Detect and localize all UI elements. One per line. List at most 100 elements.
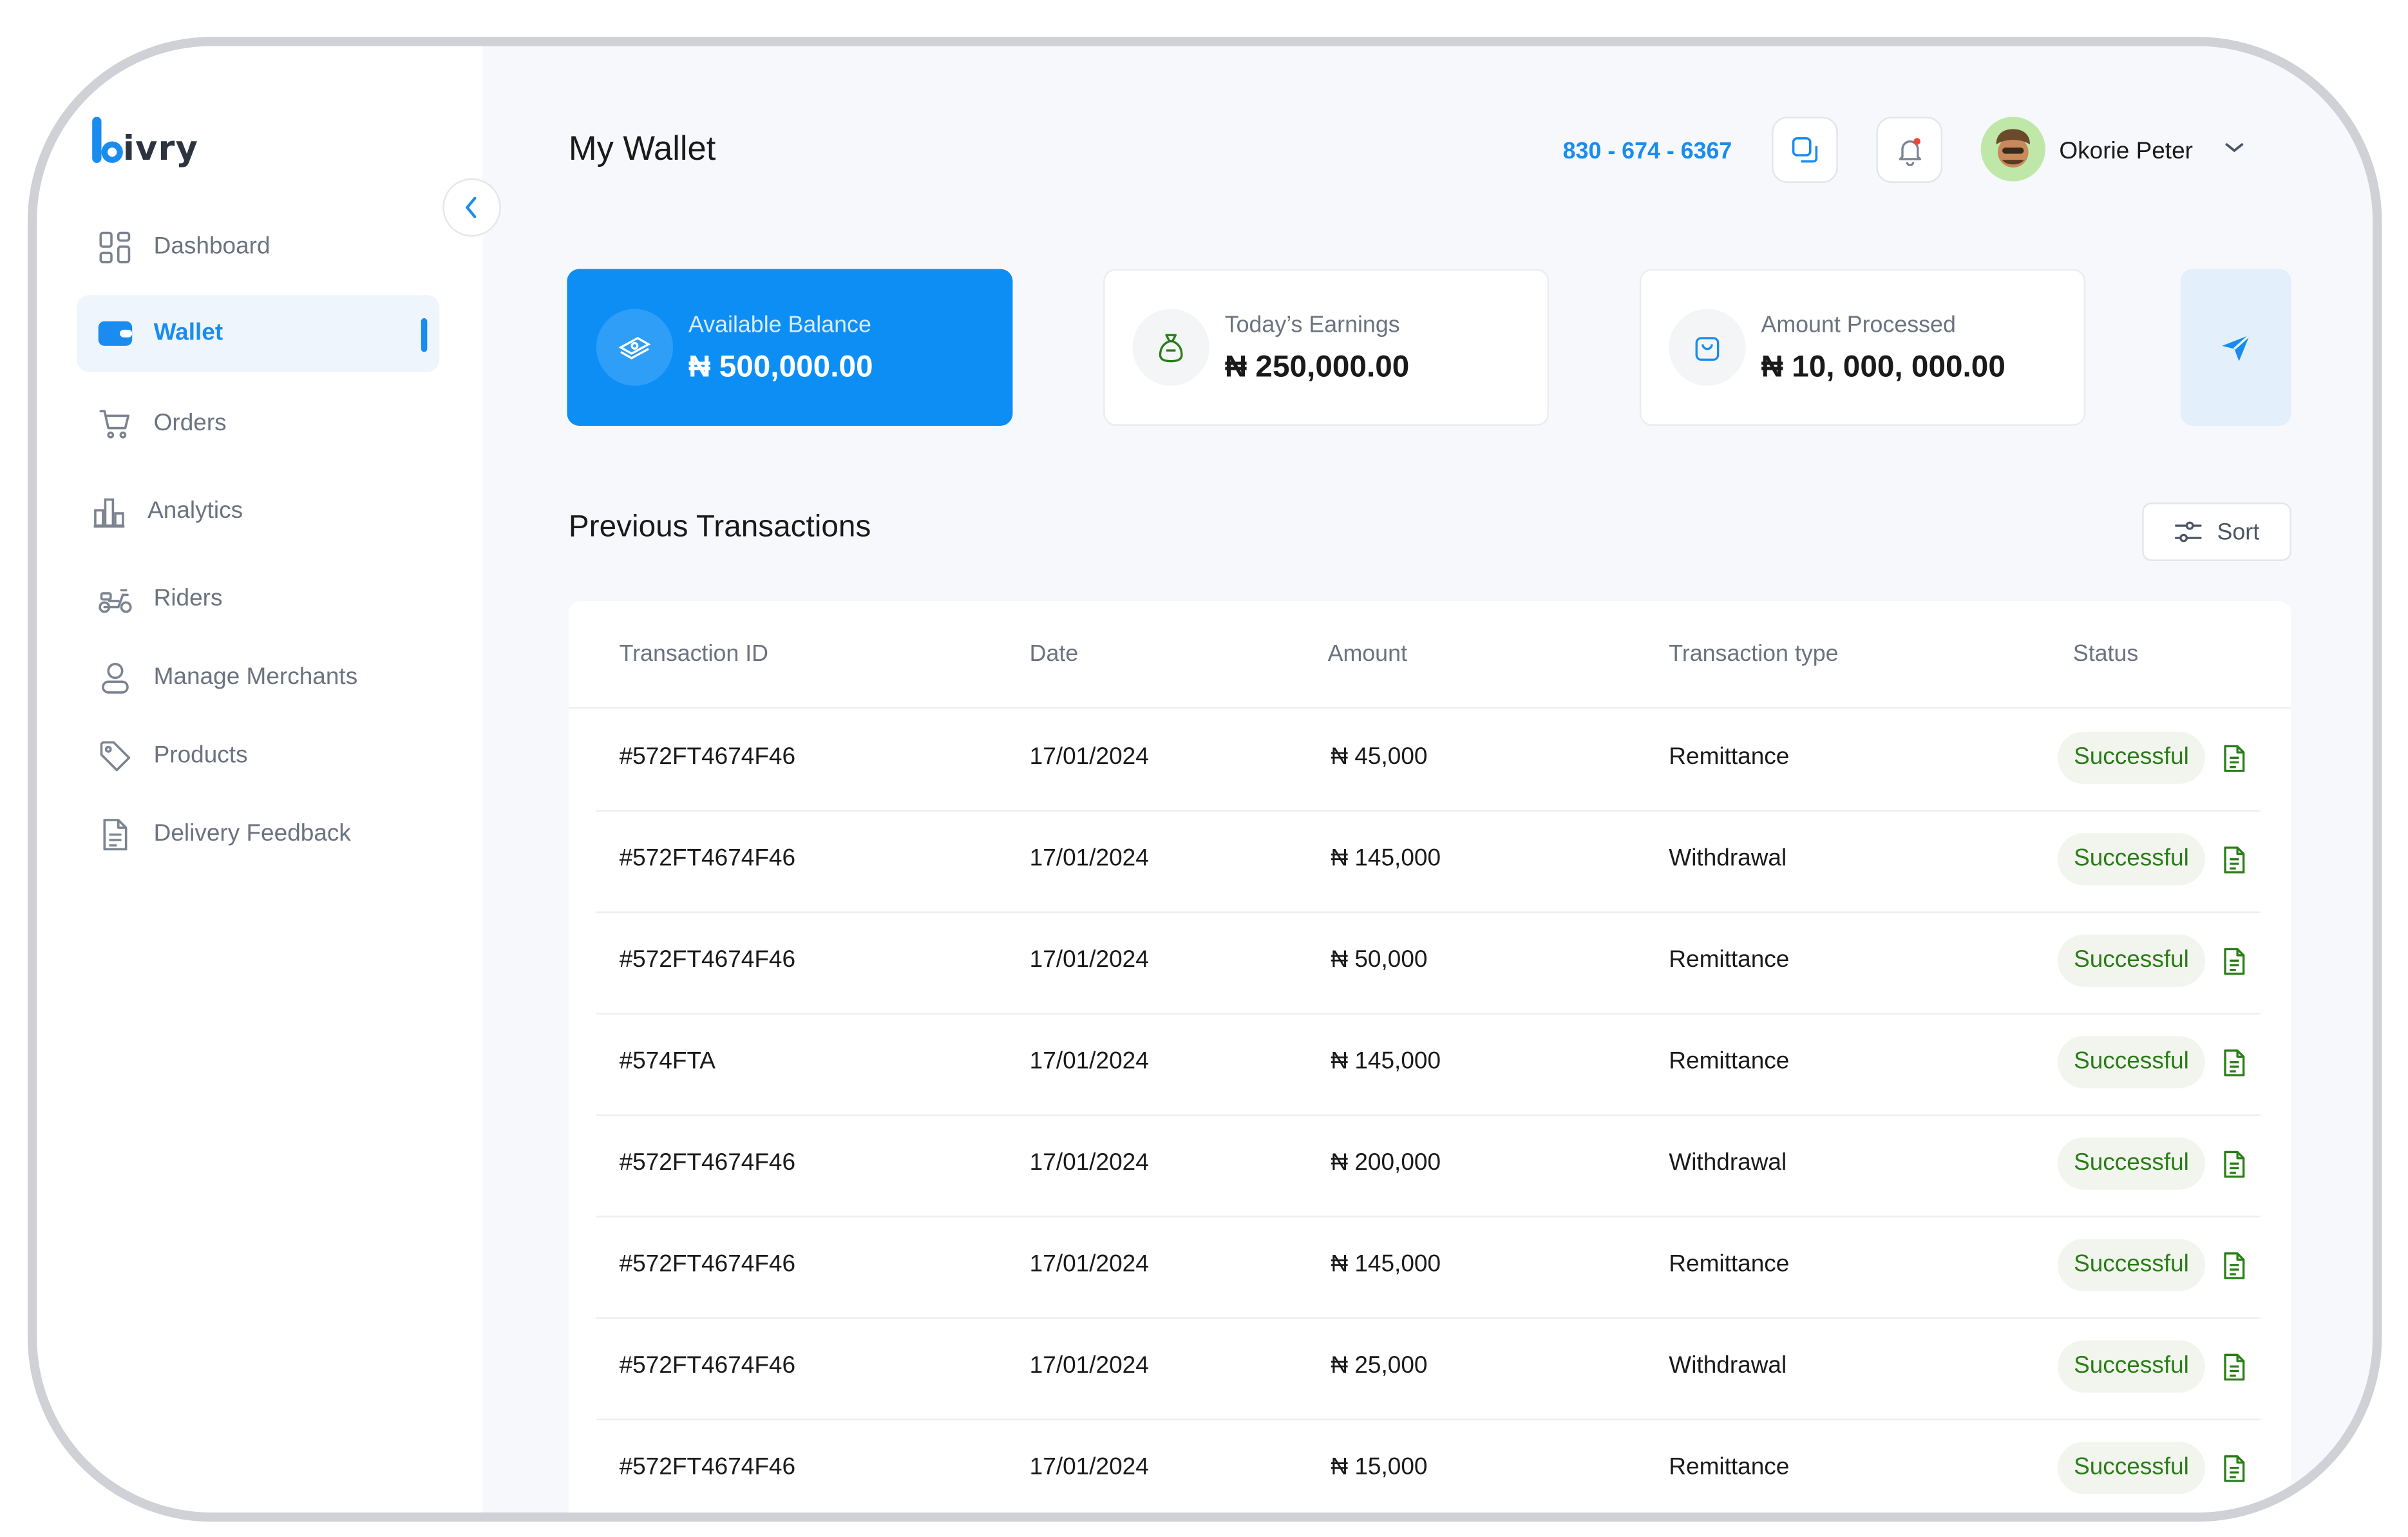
transaction-date: 17/01/2024 xyxy=(1029,1454,1149,1480)
available-balance-card[interactable]: Available Balance ₦ 500,000.00 xyxy=(567,269,1013,426)
status-badge: Successful xyxy=(2057,1239,2206,1292)
transaction-amount: ₦ 15,000 xyxy=(1331,1454,1428,1480)
table-row[interactable]: #572FT4674F46 17/01/2024 ₦ 25,000 Withdr… xyxy=(596,1317,2261,1420)
logo[interactable]: ivry xyxy=(86,114,198,169)
sidebar-item-wallet[interactable]: Wallet xyxy=(77,295,440,372)
money-bag-icon xyxy=(1132,309,1209,386)
column-header[interactable]: Date xyxy=(1030,641,1079,667)
status-badge: Successful xyxy=(2057,1340,2206,1393)
chevron-left-icon xyxy=(466,196,477,218)
collapse-sidebar-button[interactable] xyxy=(442,178,501,237)
sliders-icon xyxy=(2174,521,2201,542)
transaction-type: Remittance xyxy=(1669,946,1790,973)
card-value: ₦ 500,000.00 xyxy=(688,350,873,385)
column-header[interactable]: Status xyxy=(2073,641,2138,667)
sidebar-item-dashboard[interactable]: Dashboard xyxy=(77,209,439,286)
transaction-type: Remittance xyxy=(1669,743,1790,770)
send-money-button[interactable] xyxy=(2180,269,2291,426)
transaction-id: #572FT4674F46 xyxy=(619,845,796,872)
receipt-icon[interactable] xyxy=(2222,1251,2246,1280)
table-row[interactable]: #572FT4674F46 17/01/2024 ₦ 145,000 Remit… xyxy=(596,1216,2261,1319)
avatar-face-icon xyxy=(1996,129,2031,168)
status-badge: Successful xyxy=(2057,1442,2206,1494)
column-header[interactable]: Transaction type xyxy=(1669,641,1838,667)
avatar[interactable] xyxy=(1980,117,2045,182)
sidebar-item-riders[interactable]: Riders xyxy=(77,561,439,638)
receipt-icon[interactable] xyxy=(2222,1048,2246,1077)
column-header[interactable]: Transaction ID xyxy=(620,641,768,667)
notifications-button[interactable] xyxy=(1876,117,1943,183)
active-indicator xyxy=(421,318,428,352)
column-header[interactable]: Amount xyxy=(1328,641,1407,667)
receipt-icon[interactable] xyxy=(2222,947,2246,976)
transaction-amount: ₦ 145,000 xyxy=(1331,845,1441,872)
bell-icon xyxy=(1898,137,1920,166)
grid-icon xyxy=(95,227,135,267)
receipt-icon[interactable] xyxy=(2222,1454,2246,1483)
receipt-icon[interactable] xyxy=(2222,1150,2246,1179)
transaction-id: #572FT4674F46 xyxy=(619,1454,796,1480)
receipt-icon[interactable] xyxy=(2222,744,2246,773)
table-row[interactable]: #572FT4674F46 17/01/2024 ₦ 15,000 Remitt… xyxy=(596,1418,2261,1513)
sort-button[interactable]: Sort xyxy=(2142,502,2291,561)
transaction-date: 17/01/2024 xyxy=(1029,743,1149,770)
transaction-id: #572FT4674F46 xyxy=(619,1149,796,1176)
todays-earnings-card[interactable]: Today’s Earnings ₦ 250,000.00 xyxy=(1103,269,1550,426)
transaction-amount: ₦ 45,000 xyxy=(1331,743,1428,770)
sidebar-item-label: Wallet xyxy=(153,320,223,346)
user-name[interactable]: Okorie Peter xyxy=(2059,138,2193,166)
receipt-icon[interactable] xyxy=(2222,845,2246,874)
sidebar-item-orders[interactable]: Orders xyxy=(77,386,439,463)
card-label: Amount Processed xyxy=(1761,312,1956,338)
table-row[interactable]: #574FTA 17/01/2024 ₦ 145,000 Remittance … xyxy=(596,1013,2261,1116)
sidebar-item-label: Manage Merchants xyxy=(153,663,358,691)
table-row[interactable]: #572FT4674F46 17/01/2024 ₦ 145,000 Withd… xyxy=(596,810,2261,913)
logo-text: ivry xyxy=(122,130,198,169)
transaction-amount: ₦ 145,000 xyxy=(1331,1048,1441,1074)
logo-mark-icon xyxy=(92,117,123,163)
account-number: 830 - 674 - 6367 xyxy=(1562,138,1732,165)
sidebar-item-label: Dashboard xyxy=(153,233,270,260)
sidebar-item-manage-merchants[interactable]: Manage Merchants xyxy=(77,640,439,716)
sidebar: ivry Dashboard Wallet Orders Analytics R… xyxy=(37,46,483,1513)
user-icon xyxy=(95,658,135,698)
main-content: My Wallet 830 - 674 - 6367 Okorie Peter … xyxy=(482,46,2373,1513)
transaction-date: 17/01/2024 xyxy=(1029,845,1149,872)
transaction-type: Withdrawal xyxy=(1669,1352,1787,1379)
status-badge: Successful xyxy=(2057,833,2206,886)
wallet-icon xyxy=(95,314,135,354)
amount-processed-card[interactable]: Amount Processed ₦ 10, 000, 000.00 xyxy=(1639,269,2085,426)
transaction-id: #572FT4674F46 xyxy=(619,1352,796,1379)
transaction-id: #572FT4674F46 xyxy=(619,743,796,770)
transaction-date: 17/01/2024 xyxy=(1029,1048,1149,1074)
transaction-date: 17/01/2024 xyxy=(1029,946,1149,973)
transaction-type: Withdrawal xyxy=(1669,845,1787,872)
table-row[interactable]: #572FT4674F46 17/01/2024 ₦ 50,000 Remitt… xyxy=(596,912,2261,1015)
transaction-amount: ₦ 50,000 xyxy=(1331,946,1428,973)
table-row[interactable]: #572FT4674F46 17/01/2024 ₦ 200,000 Withd… xyxy=(596,1114,2261,1217)
sidebar-item-products[interactable]: Products xyxy=(77,718,439,794)
card-value: ₦ 250,000.00 xyxy=(1224,350,1410,385)
sidebar-item-delivery-feedback[interactable]: Delivery Feedback xyxy=(77,796,439,873)
section-title: Previous Transactions xyxy=(568,510,871,544)
copy-button[interactable] xyxy=(1772,117,1838,183)
transaction-amount: ₦ 145,000 xyxy=(1331,1251,1441,1277)
transaction-type: Remittance xyxy=(1669,1454,1790,1480)
transaction-type: Remittance xyxy=(1669,1251,1790,1277)
sidebar-item-analytics[interactable]: Analytics xyxy=(77,473,439,550)
chevron-down-icon[interactable] xyxy=(2222,138,2246,157)
transaction-date: 17/01/2024 xyxy=(1029,1251,1149,1277)
transaction-type: Withdrawal xyxy=(1669,1149,1787,1176)
shopping-bag-icon xyxy=(1669,309,1746,386)
device-frame: ivry Dashboard Wallet Orders Analytics R… xyxy=(27,37,2382,1522)
page-title: My Wallet xyxy=(568,129,716,168)
table-row[interactable]: #572FT4674F46 17/01/2024 ₦ 45,000 Remitt… xyxy=(596,709,2261,812)
document-icon xyxy=(95,815,135,855)
transaction-id: #572FT4674F46 xyxy=(619,946,796,973)
sidebar-item-label: Delivery Feedback xyxy=(153,821,351,847)
cash-icon xyxy=(596,309,674,386)
sidebar-item-label: Orders xyxy=(153,410,227,437)
transaction-amount: ₦ 200,000 xyxy=(1331,1149,1441,1176)
receipt-icon[interactable] xyxy=(2222,1353,2246,1382)
screen: ivry Dashboard Wallet Orders Analytics R… xyxy=(0,0,2408,1537)
